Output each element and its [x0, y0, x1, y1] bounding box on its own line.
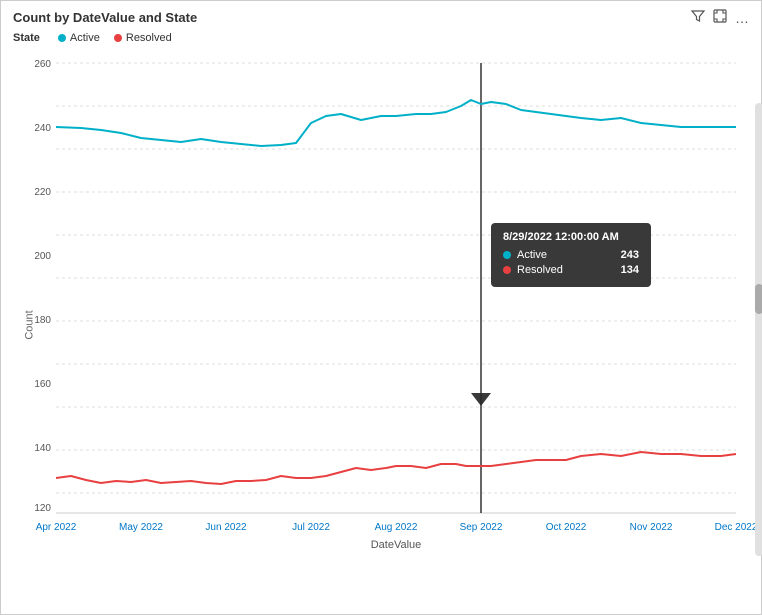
- svg-text:Nov 2022: Nov 2022: [630, 522, 673, 533]
- svg-text:Dec 2022: Dec 2022: [715, 522, 758, 533]
- chart-header: Count by DateValue and State …: [1, 1, 761, 30]
- svg-text:Aug 2022: Aug 2022: [375, 522, 418, 533]
- svg-text:160: 160: [34, 379, 51, 390]
- chart-legend: State Active Resolved: [1, 30, 761, 48]
- svg-text:200: 200: [34, 251, 51, 262]
- chart-icons: …: [691, 9, 749, 26]
- svg-text:Jun 2022: Jun 2022: [205, 522, 247, 533]
- svg-text:240: 240: [34, 123, 51, 134]
- legend-state-label: State: [13, 32, 40, 44]
- legend-active-label: Active: [70, 32, 100, 44]
- legend-active-dot: [58, 34, 66, 42]
- svg-text:260: 260: [34, 59, 51, 70]
- svg-text:120: 120: [34, 503, 51, 514]
- svg-text:Sep 2022: Sep 2022: [460, 522, 503, 533]
- y-axis-label: Count: [24, 310, 36, 339]
- legend-resolved-label: Resolved: [126, 32, 172, 44]
- chart-container: Count by DateValue and State … State Act…: [0, 0, 762, 615]
- svg-text:May 2022: May 2022: [119, 522, 163, 533]
- svg-text:Oct 2022: Oct 2022: [546, 522, 587, 533]
- legend-resolved-dot: [114, 34, 122, 42]
- svg-text:Jul 2022: Jul 2022: [292, 522, 330, 533]
- filter-icon[interactable]: [691, 9, 705, 26]
- expand-icon[interactable]: [713, 9, 727, 26]
- scrollbar-thumb[interactable]: [755, 284, 762, 314]
- svg-text:180: 180: [34, 315, 51, 326]
- more-icon[interactable]: …: [735, 10, 749, 26]
- chart-title: Count by DateValue and State: [13, 10, 197, 25]
- legend-active-item: Active: [58, 32, 100, 44]
- legend-resolved-item: Resolved: [114, 32, 172, 44]
- svg-text:DateValue: DateValue: [371, 539, 422, 551]
- chart-svg: 260 240 220 200 180 160 140 120 Apr 2022…: [1, 48, 762, 558]
- scrollbar[interactable]: [755, 103, 762, 556]
- svg-text:140: 140: [34, 443, 51, 454]
- svg-text:Apr 2022: Apr 2022: [36, 522, 77, 533]
- svg-text:220: 220: [34, 187, 51, 198]
